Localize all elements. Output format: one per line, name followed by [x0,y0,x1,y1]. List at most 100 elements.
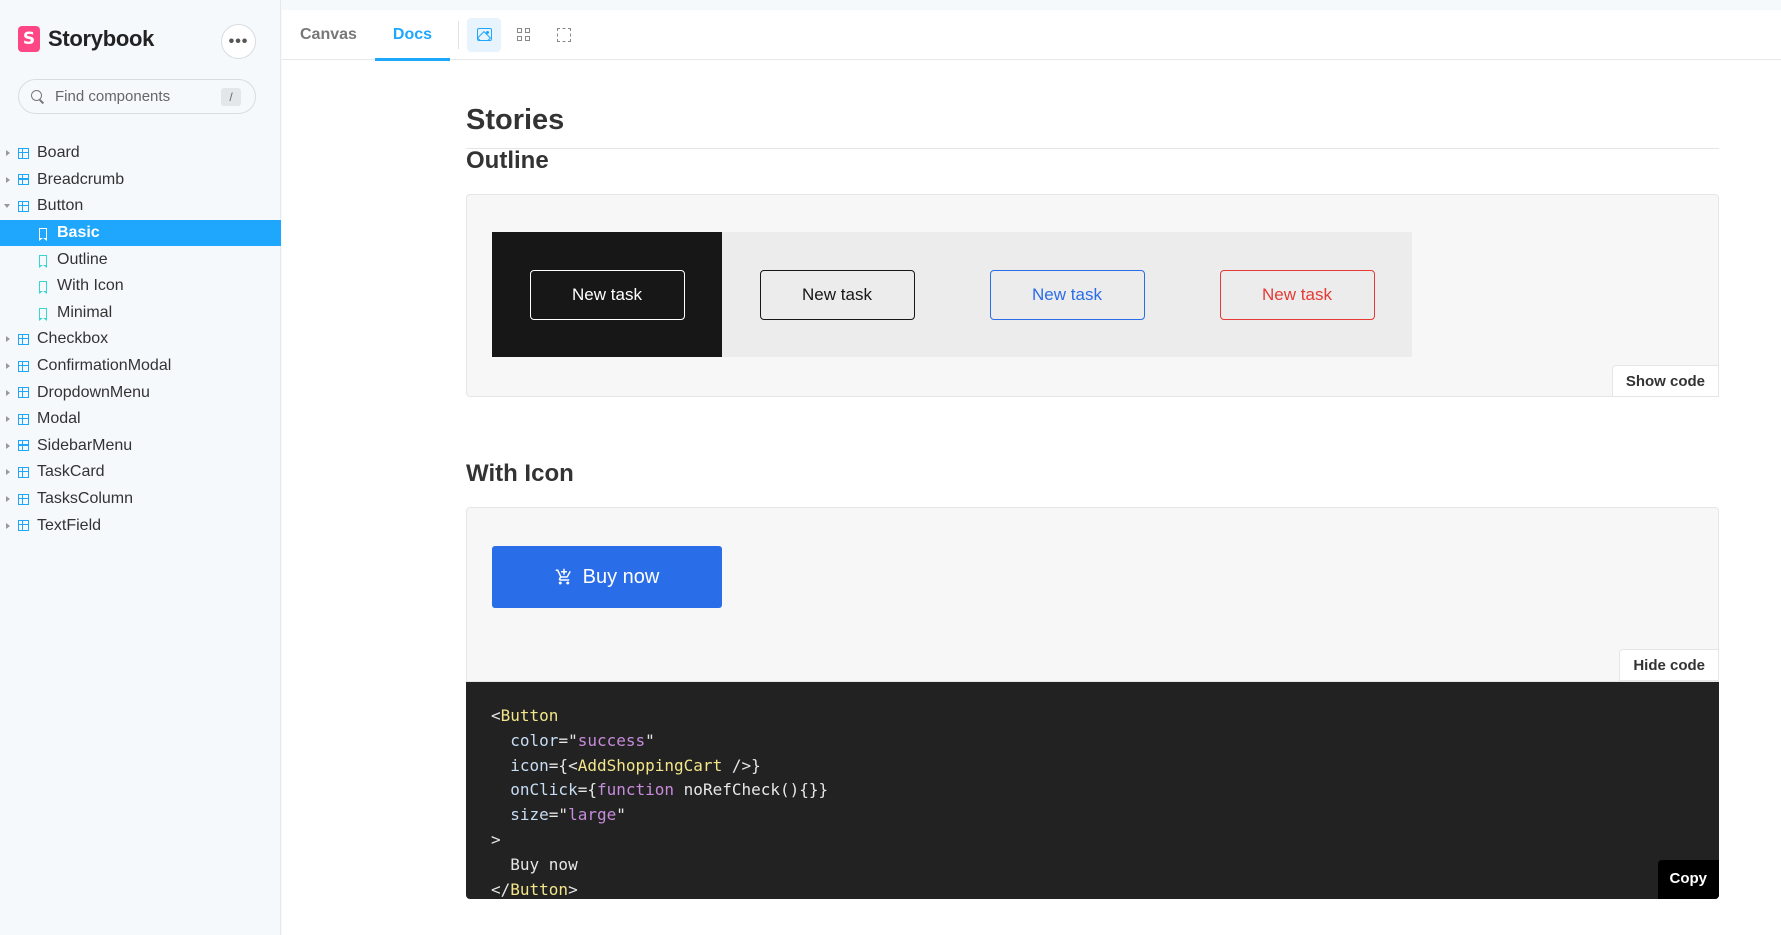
tree-item-label: Breadcrumb [37,170,125,188]
new-task-button[interactable]: New task [529,269,685,320]
tree-item-taskcard[interactable]: TaskCard [0,459,281,486]
tree-item-label: Board [37,144,80,162]
component-icon [18,413,29,425]
tree-item-board[interactable]: Board [0,140,281,167]
component-tree: Board Breadcrumb Button Basic Outline Wi… [0,140,281,539]
component-icon [18,493,29,505]
story-item-outline[interactable]: Outline [0,246,281,273]
tree-item-button[interactable]: Button [0,193,281,220]
code-token: function [596,780,675,800]
tree-item-dropdownmenu[interactable]: DropdownMenu [0,379,281,406]
code-block: <Button color="success" icon={<AddShoppi… [466,682,1719,899]
toolbar-divider [458,20,460,49]
code-token: Button [510,879,569,899]
caret-right-icon [6,363,10,370]
heading-divider [466,148,1719,149]
storybook-logo-icon: S [18,26,40,52]
brand-name: Storybook [48,26,155,51]
tree-item-confirmationmodal[interactable]: ConfirmationModal [0,353,281,380]
story-item-label: Outline [57,250,108,268]
caret-right-icon [6,522,10,529]
code-line: onClick={function noRefCheck(){}} [510,780,829,800]
bookmark-icon [39,228,47,242]
code-line: </Button> [491,879,578,899]
caret-right-icon [6,336,10,343]
image-icon [476,28,492,41]
outline-variants: New task New task New task New task [492,232,1412,357]
stories-heading: Stories [466,104,565,136]
variant-blue: New task [952,232,1182,357]
code-line: color="success" [510,730,655,750]
show-code-button[interactable]: Show code [1611,365,1719,397]
variant-black: New task [722,232,952,357]
tree-item-label: TaskCard [37,463,105,481]
tree-item-label: Checkbox [37,330,109,348]
docs-content: Stories Outline New task New task New ta… [282,60,1781,935]
story-item-label: With Icon [57,277,124,295]
new-task-button[interactable]: New task [1219,269,1375,320]
caret-right-icon [6,496,10,503]
tree-item-label: ConfirmationModal [37,357,172,375]
component-icon [18,466,29,478]
tree-item-textfield[interactable]: TextField [0,512,281,539]
tree-item-breadcrumb[interactable]: Breadcrumb [0,167,281,194]
grid-icon [517,27,531,42]
tree-item-sidebarmenu[interactable]: SidebarMenu [0,433,281,460]
tree-item-modal[interactable]: Modal [0,406,281,433]
sidebar: S Storybook ••• Find components / Board … [0,0,281,935]
hide-code-button[interactable]: Hide code [1619,649,1719,681]
frame-icon [557,27,572,42]
background-tool-button[interactable] [467,17,502,52]
story-item-basic[interactable]: Basic [0,219,281,247]
caret-right-icon [6,469,10,476]
caret-right-icon [6,442,10,449]
code-line: > [491,829,501,849]
new-task-button[interactable]: New task [989,269,1145,320]
code-token: AddShoppingCart [577,755,723,775]
search-field[interactable]: Find components / [18,79,256,114]
search-shortcut-key: / [221,88,241,106]
story-item-minimal[interactable]: Minimal [0,300,281,327]
search-input[interactable]: Find components [55,88,170,105]
caret-right-icon [6,150,10,157]
toolbar: Canvas Docs [282,10,1781,61]
story-item-label: Basic [57,224,100,242]
code-line: Buy now [491,853,1694,878]
tree-item-taskscolumn[interactable]: TasksColumn [0,486,281,513]
component-icon [18,387,29,399]
buy-now-label: Buy now [582,565,660,588]
tab-canvas[interactable]: Canvas [282,10,375,60]
tree-item-label: SidebarMenu [37,436,133,454]
caret-down-icon [4,204,10,209]
bookmark-icon [39,281,47,295]
tree-item-checkbox[interactable]: Checkbox [0,326,281,353]
story-preview-outline: New task New task New task New task Show… [466,194,1719,397]
tree-item-label: TasksColumn [37,490,134,508]
tree-item-label: Button [37,197,84,215]
story-item-with-icon[interactable]: With Icon [0,273,281,300]
new-task-button[interactable]: New task [759,269,915,320]
code-token: color [510,730,559,750]
add-shopping-cart-icon [555,568,573,586]
outline-tool-button[interactable] [547,18,581,52]
code-token: success [577,730,646,750]
code-line: <Button [491,706,559,725]
code-token: noRefCheck(){} [683,780,819,800]
code-token: icon [510,755,549,775]
story-item-label: Minimal [57,303,113,321]
code-token: size [510,805,549,825]
copy-button[interactable]: Copy [1657,860,1719,899]
buy-now-button[interactable]: Buy now [492,546,722,608]
component-icon [18,200,29,212]
more-options-button[interactable]: ••• [221,24,256,59]
grid-tool-button[interactable] [507,18,541,52]
brand[interactable]: S Storybook [18,26,154,52]
tab-docs[interactable]: Docs [374,10,451,61]
tree-item-label: TextField [37,516,102,534]
component-icon [18,147,29,159]
tree-item-label: Modal [37,410,81,428]
story-preview-with-icon: Buy now Hide code [466,507,1719,682]
code-token: Button [500,706,559,725]
code-token: onClick [510,780,578,800]
code-token: Buy now [510,854,578,874]
